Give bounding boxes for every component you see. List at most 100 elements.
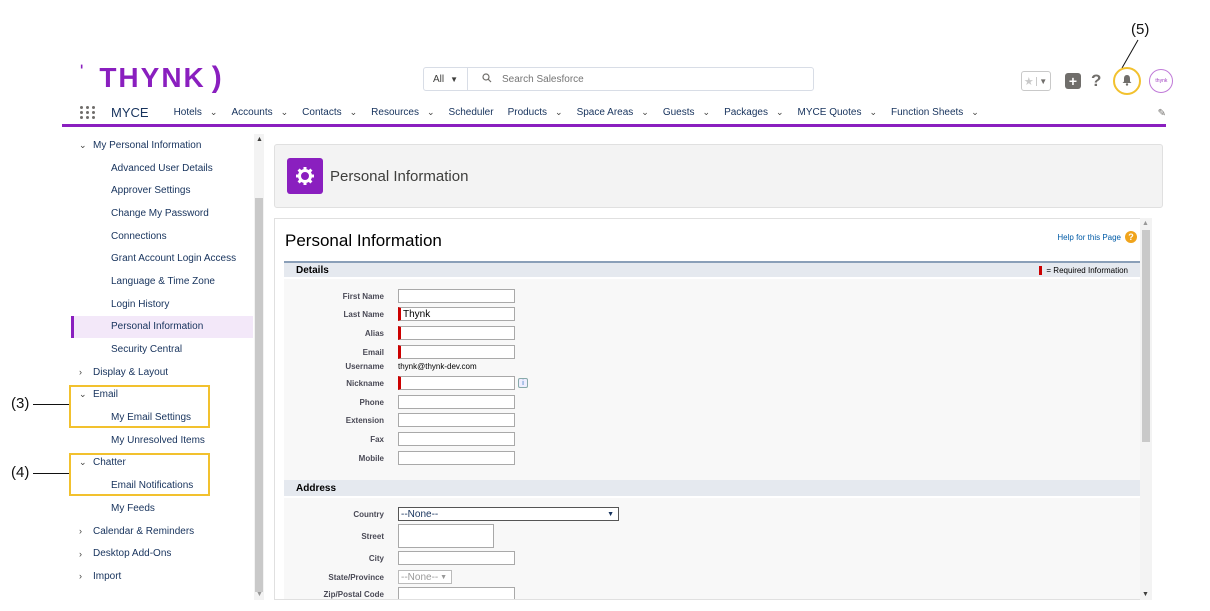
phone-input[interactable]	[398, 395, 515, 409]
nav-tab-resources[interactable]: Resources ⌄	[371, 107, 434, 118]
notifications-button[interactable]	[1113, 67, 1142, 95]
nav-tab-label: Accounts	[231, 106, 273, 118]
sidebar-item-my-unresolved-items[interactable]: My Unresolved Items	[71, 429, 253, 452]
field-alias: Alias	[284, 326, 515, 340]
sidebar-scrollbar[interactable]: ▲ ▼	[254, 134, 264, 600]
sidebar-item-language-time-zone[interactable]: Language & Time Zone	[71, 270, 253, 293]
chevron-down-icon[interactable]: ▼	[1035, 76, 1051, 86]
street-textarea[interactable]	[398, 524, 494, 548]
favorites-button[interactable]: ★ ▼	[1021, 71, 1051, 91]
nav-tab-guests[interactable]: Guests ⌄	[663, 107, 710, 118]
help-for-page-link[interactable]: Help for this Page ?	[1057, 231, 1137, 243]
mobile-input[interactable]	[398, 451, 515, 465]
app-launcher-icon[interactable]	[80, 105, 96, 119]
sidebar-item-label: My Feeds	[111, 502, 155, 514]
field-label: Zip/Postal Code	[323, 589, 384, 599]
annotation-5: (5)	[1131, 21, 1150, 38]
chevron-down-icon[interactable]: ⌄	[555, 107, 563, 117]
info-icon[interactable]: i	[518, 378, 528, 388]
sidebar-item-connections[interactable]: Connections	[71, 225, 253, 248]
email-input[interactable]	[398, 345, 515, 359]
chevron-down-icon[interactable]: ⌄	[210, 107, 218, 117]
avatar[interactable]: thynk	[1149, 69, 1174, 93]
field-extension: Extension	[284, 413, 515, 427]
search-input[interactable]	[502, 73, 782, 85]
help-button[interactable]: ?	[1091, 71, 1101, 91]
sidebar-item-display-layout[interactable]: › Display & Layout	[71, 361, 253, 384]
nav-tab-products[interactable]: Products ⌄	[508, 107, 563, 118]
annotation-5-pointer	[1121, 39, 1139, 69]
highlight-email-group	[69, 385, 210, 428]
highlight-chatter-group	[69, 453, 210, 496]
field-label: Mobile	[358, 453, 384, 463]
sidebar-item-my-feeds[interactable]: My Feeds	[71, 497, 253, 520]
nav-tab-hotels[interactable]: Hotels ⌄	[174, 107, 218, 118]
sidebar-item-label: Security Central	[111, 344, 183, 356]
sidebar-item-security-central[interactable]: Security Central	[71, 338, 253, 361]
last-name-input[interactable]: Thynk	[398, 307, 515, 321]
chevron-down-icon: ▼	[607, 510, 614, 518]
first-name-input[interactable]	[398, 289, 515, 303]
fax-input[interactable]	[398, 432, 515, 446]
state-province-select[interactable]: --None-- ▼	[398, 570, 452, 584]
extension-input[interactable]	[398, 413, 515, 427]
nickname-input[interactable]	[398, 376, 515, 390]
nav-tab-scheduler[interactable]: Scheduler	[449, 107, 494, 118]
chevron-down-icon[interactable]: ⌄	[776, 107, 784, 117]
field-label: Last Name	[343, 309, 384, 319]
edit-nav-icon[interactable]: ✎	[1158, 108, 1166, 119]
sidebar-item-advanced-user-details[interactable]: Advanced User Details	[71, 157, 253, 180]
main-scroll-thumb[interactable]	[1142, 230, 1150, 442]
logo-bracket: )	[211, 61, 222, 94]
chevron-down-icon[interactable]: ⌄	[641, 107, 649, 117]
sidebar-item-login-history[interactable]: Login History	[71, 293, 253, 316]
chevron-down-icon[interactable]: ⌄	[971, 107, 979, 117]
nav-tab-space-areas[interactable]: Space Areas ⌄	[577, 107, 649, 118]
nav-tab-label: MYCE Quotes	[797, 106, 862, 118]
scroll-down-icon[interactable]: ▼	[256, 591, 263, 598]
app-nav-bar: MYCE Hotels ⌄ Accounts ⌄ Contacts ⌄ Resources ⌄…	[62, 100, 1166, 127]
sidebar-item-my-personal-information[interactable]: ⌄ My Personal Information	[71, 134, 253, 157]
chevron-down-icon[interactable]: ⌄	[703, 107, 711, 117]
sidebar-item-desktop-add-ons[interactable]: › Desktop Add-Ons	[71, 542, 253, 565]
logo-text: THYNK	[99, 62, 206, 93]
required-legend: = Required Information	[1039, 265, 1128, 275]
chevron-down-icon: ▼	[450, 74, 459, 84]
nav-tab-accounts[interactable]: Accounts ⌄	[231, 107, 288, 118]
sidebar-item-label: Language & Time Zone	[111, 275, 215, 287]
sidebar-item-grant-account-login-access[interactable]: Grant Account Login Access	[71, 247, 253, 270]
nav-tab-label: Packages	[724, 106, 768, 118]
chevron-down-icon[interactable]: ⌄	[869, 107, 877, 117]
sidebar-item-import[interactable]: › Import	[71, 565, 253, 588]
brand-logo[interactable]: ˈ THYNK )	[78, 60, 222, 96]
sidebar-item-personal-information[interactable]: Personal Information	[71, 315, 253, 339]
city-input[interactable]	[398, 551, 515, 565]
field-label: Email	[362, 347, 384, 357]
nav-tab-label: Products	[507, 106, 548, 118]
sidebar-item-calendar-reminders[interactable]: › Calendar & Reminders	[71, 520, 253, 543]
sidebar-item-approver-settings[interactable]: Approver Settings	[71, 179, 253, 202]
alias-input[interactable]	[398, 326, 515, 340]
scroll-down-icon[interactable]: ▼	[1142, 591, 1149, 598]
nav-tab-label: Function Sheets	[891, 106, 964, 118]
nav-tab-myce-quotes[interactable]: MYCE Quotes ⌄	[798, 107, 877, 118]
main-scrollbar[interactable]: ▲ ▼	[1140, 218, 1152, 600]
chevron-down-icon[interactable]: ⌄	[350, 107, 358, 117]
search-scope-dropdown[interactable]: All ▼	[424, 68, 468, 90]
global-create-button[interactable]: +	[1065, 73, 1081, 89]
sidebar-item-label: Display & Layout	[93, 366, 169, 378]
nav-tab-packages[interactable]: Packages ⌄	[724, 107, 783, 118]
field-state-province: State/Province --None-- ▼	[284, 570, 452, 584]
sidebar-scroll-thumb[interactable]	[255, 198, 263, 592]
field-label: Street	[361, 531, 384, 541]
chevron-down-icon[interactable]: ⌄	[427, 107, 435, 117]
scroll-up-icon[interactable]: ▲	[1142, 220, 1149, 227]
country-select[interactable]: --None-- ▼	[398, 507, 619, 521]
sidebar-item-change-my-password[interactable]: Change My Password	[71, 202, 253, 225]
address-section-body: Country --None-- ▼ Street City State/Province…	[284, 498, 1140, 599]
nav-tab-function-sheets[interactable]: Function Sheets ⌄	[891, 107, 979, 118]
scroll-up-icon[interactable]: ▲	[256, 136, 263, 143]
chevron-down-icon[interactable]: ⌄	[281, 107, 289, 117]
nav-tab-contacts[interactable]: Contacts ⌄	[302, 107, 357, 118]
zip-postal-code-input[interactable]	[398, 587, 515, 599]
